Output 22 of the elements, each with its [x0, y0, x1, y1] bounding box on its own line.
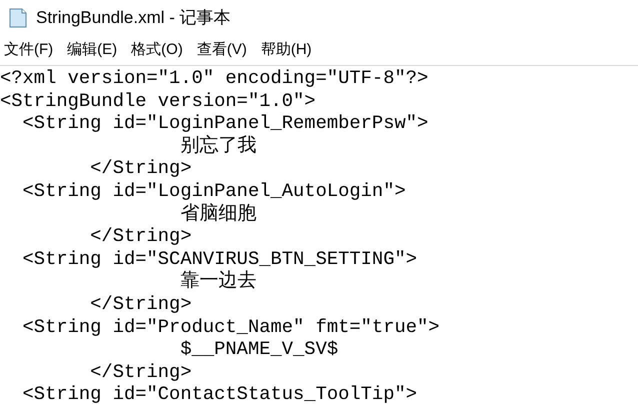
text-line: <String id="LoginPanel_AutoLogin">	[22, 180, 406, 203]
text-line: <String id="Product_Name" fmt="true">	[22, 316, 440, 338]
menu-item[interactable]: 查看(V)	[196, 39, 247, 62]
text-line: <String id="LoginPanel_RememberPsw">	[22, 112, 428, 134]
text-line: 别忘了我	[179, 134, 256, 158]
notepad-icon	[8, 7, 28, 29]
text-line: <StringBundle version="1.0">	[0, 90, 316, 112]
text-line: 靠一边去	[179, 270, 256, 293]
text-line: <?xml version="1.0" encoding="UTF-8"?>	[0, 67, 428, 90]
text-line: <String id="SCANVIRUS_BTN_SETTING">	[22, 248, 418, 270]
text-line: 省脑细胞	[179, 202, 256, 226]
menu-item[interactable]: 帮助(H)	[260, 39, 312, 62]
window-title: StringBundle.xml - 记事本	[36, 7, 231, 30]
text-line: </String>	[89, 360, 192, 384]
text-line: </String>	[89, 225, 192, 248]
menu-item[interactable]: 文件(F)	[4, 39, 54, 62]
menu-item[interactable]: 编辑(E)	[67, 39, 118, 62]
text-line: </String>	[89, 292, 192, 316]
text-line: $__PNAME_V_SV$	[179, 338, 338, 361]
text-line: <String id="ContactStatus_ToolTip">	[22, 383, 418, 406]
menu-item[interactable]: 格式(O)	[131, 39, 183, 62]
text-line: </String>	[89, 157, 192, 180]
